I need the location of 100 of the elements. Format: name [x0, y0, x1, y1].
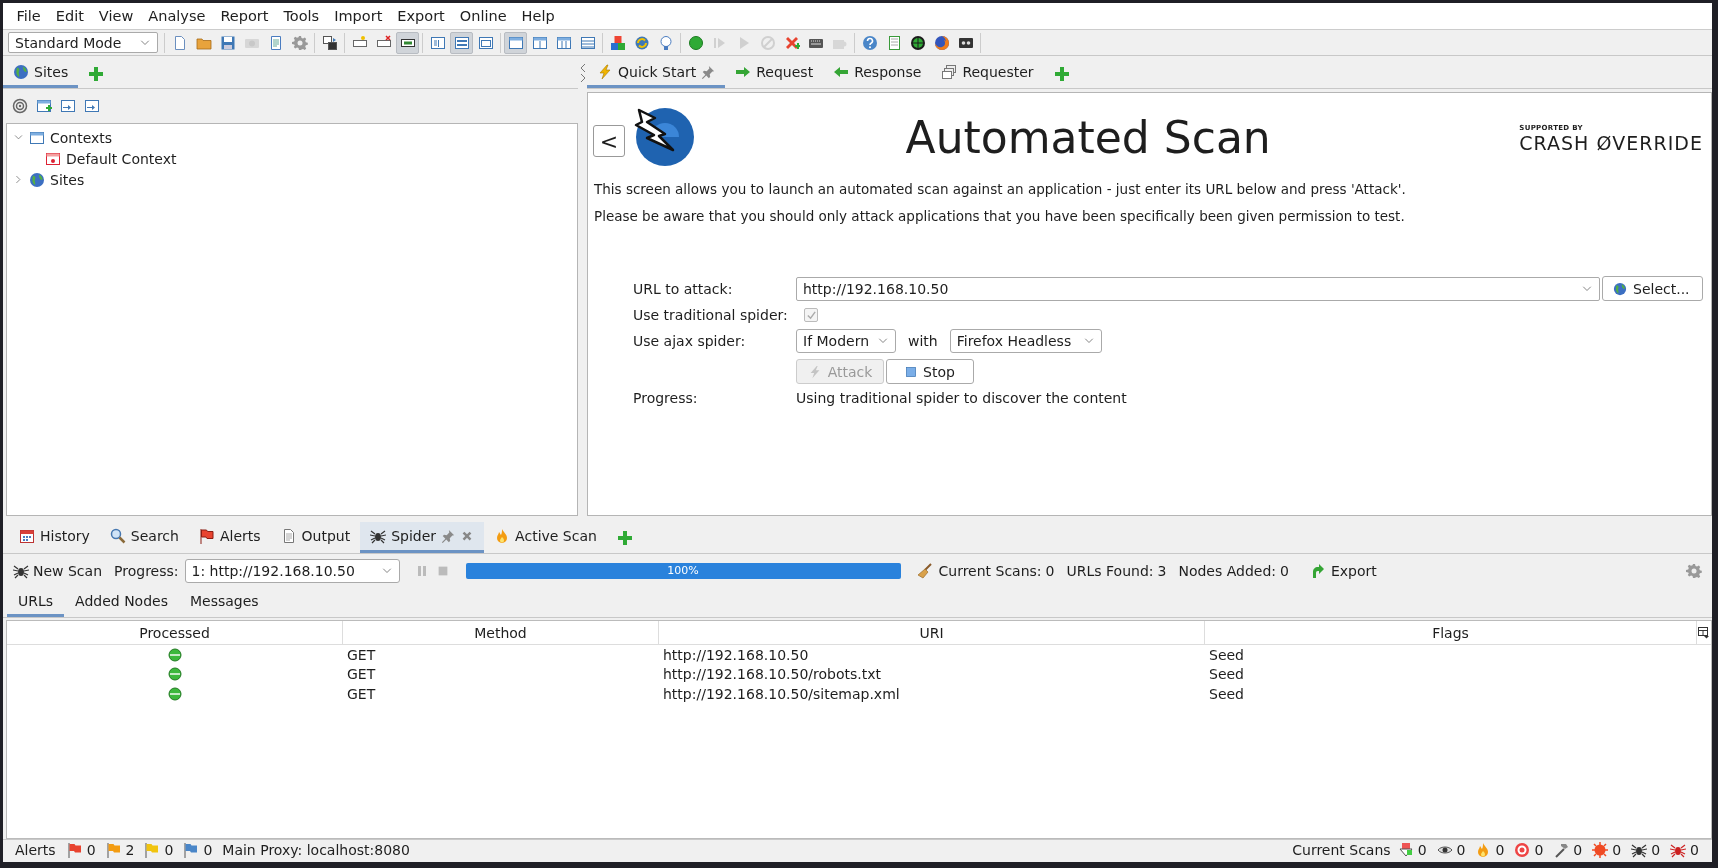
- tab[interactable]: URLs: [7, 587, 65, 617]
- window-icon: [29, 129, 45, 146]
- expand-right-icon[interactable]: [578, 73, 587, 83]
- layout-icon: [477, 34, 494, 51]
- tab[interactable]: Search: [99, 522, 189, 553]
- scan-count: 0: [1534, 842, 1544, 858]
- layout-icon: [555, 34, 572, 51]
- tab[interactable]: Requester: [931, 59, 1044, 88]
- window-export-icon[interactable]: [84, 98, 100, 114]
- proxy-status: Main Proxy: localhost:8080: [222, 842, 410, 858]
- browser-dropdown[interactable]: Firefox Headless: [949, 329, 1102, 353]
- tab[interactable]: Active Scan: [484, 522, 607, 553]
- stat-value: 0: [1045, 562, 1055, 579]
- column-header[interactable]: Flags: [1205, 621, 1697, 644]
- refresh-icon: [633, 34, 650, 51]
- mode-dropdown[interactable]: Standard Mode: [8, 32, 158, 53]
- stop-button[interactable]: Stop: [886, 359, 974, 384]
- new-scan-button[interactable]: New Scan: [13, 562, 103, 579]
- lightning-icon: [597, 64, 613, 80]
- ajax-mode-dropdown[interactable]: If Modern: [796, 329, 896, 353]
- tab[interactable]: Sites: [3, 59, 79, 88]
- column-header[interactable]: Method: [343, 621, 659, 644]
- blocks-icon: [609, 34, 626, 51]
- field-label: Use traditional spider:: [633, 307, 789, 323]
- search-icon: [109, 528, 126, 544]
- menu-item[interactable]: Export: [389, 8, 453, 24]
- menu-item[interactable]: Analyse: [140, 8, 213, 24]
- target-icon[interactable]: [12, 98, 28, 114]
- tab[interactable]: Alerts: [188, 522, 271, 553]
- table-cell-text: GET: [346, 665, 377, 684]
- sponsor-logo: CRASH ØVERRIDE: [1519, 132, 1703, 154]
- layout-button[interactable]: [504, 31, 527, 54]
- menu-item[interactable]: Help: [514, 8, 563, 24]
- description-text: Please be aware that you should only attack applications that you have been specifically been given permission to test.: [594, 208, 1406, 224]
- table-cell-text: Seed: [1208, 665, 1245, 684]
- menu-item[interactable]: View: [91, 8, 141, 24]
- window-add-icon[interactable]: [36, 98, 52, 114]
- globe-icon: [13, 64, 29, 80]
- monitor-button[interactable]: [396, 31, 419, 54]
- plus-icon[interactable]: [88, 65, 105, 82]
- save-icon: [219, 34, 236, 51]
- gear-icon[interactable]: [1686, 562, 1702, 579]
- stat-label: Nodes Added:: [1178, 562, 1277, 579]
- tab[interactable]: Messages: [178, 587, 270, 617]
- menu-item[interactable]: Report: [212, 8, 276, 24]
- tree-item[interactable]: Default Context: [66, 150, 177, 167]
- tab[interactable]: Spider: [360, 522, 485, 553]
- layout-icon: [429, 34, 446, 51]
- windows-icon: [941, 64, 958, 80]
- column-menu-icon[interactable]: [1697, 626, 1709, 639]
- menu-item[interactable]: Online: [452, 8, 515, 24]
- menu-item[interactable]: Import: [326, 8, 390, 24]
- browser-icon: [933, 34, 950, 51]
- field-label: with: [908, 333, 938, 349]
- scan-count: 0: [1456, 842, 1466, 858]
- prohibited-icon: [759, 34, 776, 51]
- tab[interactable]: Quick Start: [587, 59, 726, 88]
- scan-count: 0: [1612, 842, 1622, 858]
- url-field[interactable]: http://192.168.10.50: [796, 276, 1600, 301]
- menu-item[interactable]: Tools: [275, 8, 327, 24]
- layout-button[interactable]: [450, 31, 473, 54]
- tree-item[interactable]: Sites: [50, 171, 85, 188]
- collapse-left-icon[interactable]: [578, 63, 587, 73]
- field-label: URL to attack:: [633, 280, 734, 297]
- spider-icon: [370, 528, 387, 544]
- column-header[interactable]: URI: [659, 621, 1205, 644]
- scan-count: 0: [1690, 842, 1699, 858]
- tree-item[interactable]: Contexts: [50, 129, 113, 146]
- tab[interactable]: Response: [823, 59, 932, 88]
- field-label: Progress:: [633, 390, 699, 406]
- check-icon: [805, 309, 817, 321]
- circle-icon: [687, 34, 704, 51]
- tab[interactable]: Output: [270, 522, 361, 553]
- plus-icon[interactable]: [1053, 65, 1070, 82]
- gear-icon: [291, 34, 308, 51]
- windows-icon: [321, 34, 338, 51]
- plus-icon[interactable]: [616, 529, 633, 546]
- stat-label: Current Scans:: [938, 562, 1042, 579]
- alert-count: 2: [125, 842, 135, 858]
- tab[interactable]: History: [9, 522, 100, 553]
- select-button[interactable]: Select...: [1602, 276, 1703, 301]
- menu-item[interactable]: Edit: [48, 8, 92, 24]
- window-import-icon[interactable]: [60, 98, 76, 114]
- field-label: Use ajax spider:: [633, 333, 747, 349]
- pin-icon[interactable]: [441, 529, 456, 543]
- table-cell-text: http://192.168.10.50/sitemap.xml: [662, 684, 901, 704]
- export-button[interactable]: Export: [1308, 562, 1377, 579]
- scan-dropdown[interactable]: 1: http://192.168.10.50: [184, 558, 400, 583]
- stat-label: URLs Found:: [1066, 562, 1154, 579]
- tab[interactable]: Request: [725, 59, 824, 88]
- globe-icon: [909, 34, 926, 51]
- table-cell-text: Seed: [1208, 645, 1245, 665]
- column-header[interactable]: Processed: [7, 621, 343, 644]
- globe-icon: [1613, 281, 1627, 296]
- pin-icon[interactable]: [701, 65, 716, 79]
- layout-icon: [531, 34, 548, 51]
- tab[interactable]: Added Nodes: [64, 587, 179, 617]
- flag-icon: [198, 528, 215, 544]
- menu-item[interactable]: File: [9, 8, 49, 24]
- back-button[interactable]: <: [593, 125, 625, 157]
